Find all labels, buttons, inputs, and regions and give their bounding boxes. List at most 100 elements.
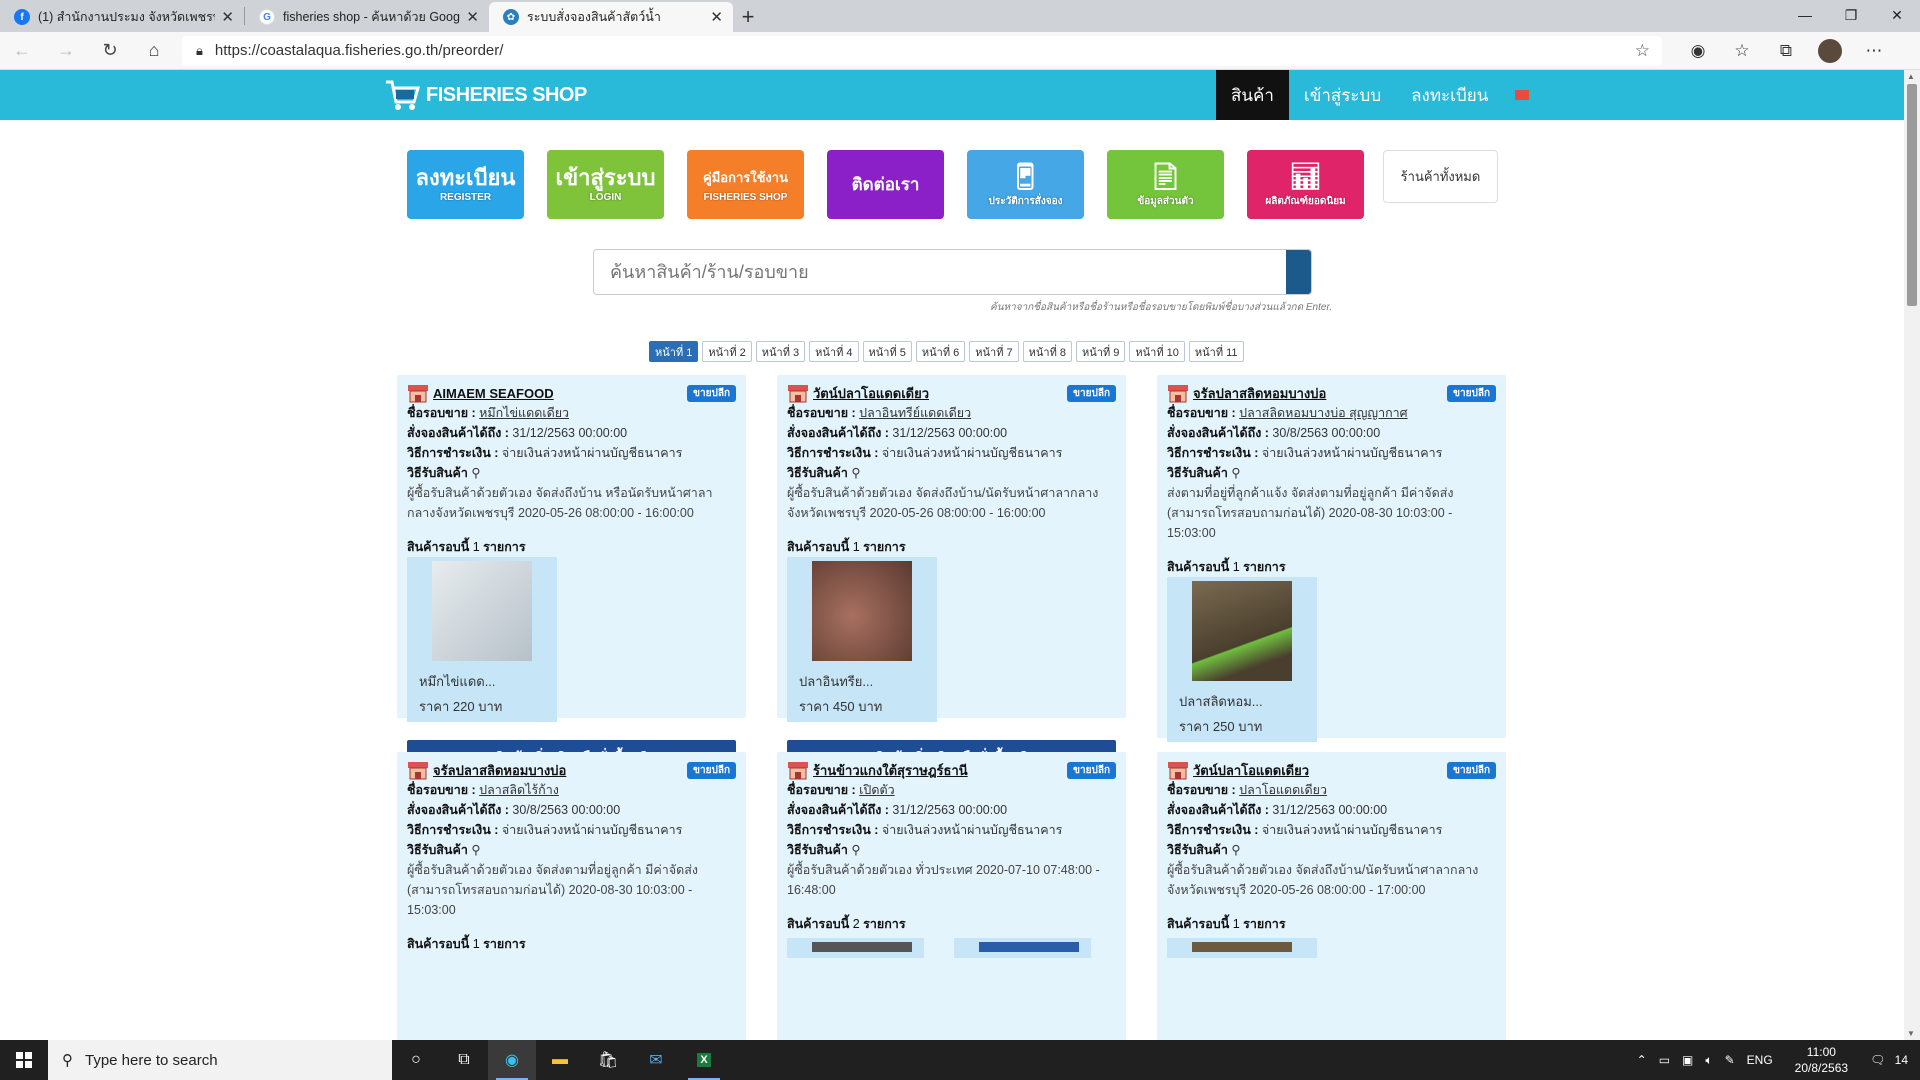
profile-avatar[interactable] — [1808, 38, 1852, 63]
taskbar-search-placeholder: Type here to search — [85, 1051, 218, 1069]
favorites-icon[interactable]: ☆ — [1720, 39, 1764, 63]
cortana-icon[interactable]: ○ — [392, 1040, 440, 1080]
page-button[interactable]: หน้าที่ 1 — [649, 341, 699, 362]
tile-contact[interactable]: ติดต่อเรา — [827, 150, 944, 219]
browser-tab[interactable]: f (1) สำนักงานประมง จังหวัดเพชรบุรี | Fa… — [0, 2, 244, 32]
product-price: ราคา 450 บาท — [799, 699, 883, 714]
round-link[interactable]: ปลาสลิดหอมบางบ่อ สุญญากาศ — [1239, 406, 1407, 420]
browser-tab[interactable]: G fisheries shop - ค้นหาด้วย Google ✕ — [245, 2, 489, 32]
close-tab-icon[interactable]: ✕ — [221, 8, 234, 26]
minimize-icon[interactable]: — — [1782, 0, 1828, 30]
menu-register[interactable]: ลงทะเบียน — [1396, 70, 1503, 120]
product-tile[interactable]: หมึกไข่แดด... ราคา 220 บาท — [407, 557, 557, 722]
forward-icon[interactable]: → — [44, 32, 88, 70]
close-tab-icon[interactable]: ✕ — [710, 8, 723, 26]
round-link[interactable]: ปลาสลิดไร้ก้าง — [479, 783, 559, 797]
product-image — [1192, 581, 1292, 681]
round-link[interactable]: ปลาอินทรีย์แดดเดียว — [859, 406, 971, 420]
close-tab-icon[interactable]: ✕ — [466, 8, 479, 26]
label-round: ชื่อรอบขาย : — [1167, 783, 1240, 797]
scroll-down-icon[interactable]: ▼ — [1907, 1029, 1915, 1038]
tray-chevron-icon[interactable]: ⌃ — [1631, 1053, 1653, 1067]
scrollbar-thumb[interactable] — [1907, 84, 1917, 306]
back-icon[interactable]: ← — [0, 32, 44, 70]
product-tile[interactable] — [787, 938, 924, 958]
page-button[interactable]: หน้าที่ 8 — [1022, 341, 1072, 362]
clock[interactable]: 11:00 20/8/2563 — [1779, 1044, 1864, 1076]
favorite-star-icon[interactable]: ☆ — [1635, 41, 1650, 61]
refresh-icon[interactable]: ↻ — [88, 32, 132, 70]
tile-login[interactable]: เข้าสู่ระบบ LOGIN — [547, 150, 664, 219]
page-button[interactable]: หน้าที่ 5 — [862, 341, 912, 362]
menu-login[interactable]: เข้าสู่ระบบ — [1289, 70, 1396, 120]
file-explorer-icon[interactable]: ▬ — [536, 1040, 584, 1080]
product-tile[interactable]: ปลาอินทรีย... ราคา 450 บาท — [787, 557, 937, 722]
product-tile[interactable] — [1167, 938, 1317, 958]
battery-icon[interactable]: ▭ — [1653, 1053, 1676, 1067]
product-tile[interactable]: ปลาสลิดหอม... ราคา 250 บาท — [1167, 577, 1317, 742]
page-button[interactable]: หน้าที่ 6 — [915, 341, 966, 362]
taskbar-search[interactable]: ⚲ Type here to search — [48, 1040, 392, 1080]
store-icon[interactable]: 🛍︎ — [584, 1040, 632, 1080]
tile-popular[interactable]: 📊︎ ผลิตภัณฑ์ยอดนิยม — [1247, 150, 1364, 219]
task-view-icon[interactable]: ⧉ — [440, 1040, 488, 1080]
start-button[interactable] — [0, 1040, 48, 1080]
page-button[interactable]: หน้าที่ 4 — [809, 341, 859, 362]
product-image — [432, 561, 532, 661]
label-items: สินค้ารอบนี้ — [407, 540, 470, 554]
menu-products[interactable]: สินค้า — [1216, 70, 1289, 120]
page-scrollbar[interactable]: ▲ ▼ — [1904, 70, 1920, 1040]
search-button[interactable] — [1286, 250, 1311, 294]
round-link[interactable]: หมึกไข่แดดเดียว — [479, 406, 569, 420]
tile-profile[interactable]: 📄︎ ข้อมูลส่วนตัว — [1107, 150, 1224, 219]
search-input[interactable] — [594, 250, 1286, 294]
page-button[interactable]: หน้าที่ 9 — [1076, 341, 1126, 362]
excel-icon[interactable]: X — [680, 1040, 728, 1080]
label-round: ชื่อรอบขาย : — [787, 406, 860, 420]
tile-order-history[interactable]: 📱︎ ประวัติการสั่งจอง — [967, 150, 1084, 219]
round-link[interactable]: เปิดตัว — [859, 783, 894, 797]
home-icon[interactable]: ⌂ — [132, 32, 176, 70]
all-shops-button[interactable]: ร้านค้าทั้งหมด — [1383, 150, 1498, 203]
scroll-up-icon[interactable]: ▲ — [1907, 72, 1915, 81]
pen-icon[interactable]: ✎ — [1719, 1053, 1741, 1067]
notification-icon[interactable]: 🗨︎ 14 — [1864, 1053, 1920, 1067]
round-link[interactable]: ปลาโอแดดเดียว — [1239, 783, 1327, 797]
product-tile[interactable] — [954, 938, 1091, 958]
new-tab-button[interactable]: + — [733, 2, 763, 32]
collections-icon[interactable]: ⧉ — [1764, 39, 1808, 63]
shop-name[interactable]: ร้านข้าวแกงใต้สุราษฎร์ธานี — [813, 760, 968, 781]
tile-register[interactable]: ลงทะเบียน REGISTER — [407, 150, 524, 219]
edge-browser-icon[interactable]: ◉ — [488, 1040, 536, 1080]
shop-name[interactable]: วัตน์ปลาโอแดดเดียว — [813, 383, 929, 404]
profile-document-icon: 📄︎ — [1148, 160, 1182, 191]
language-indicator[interactable]: ENG — [1741, 1053, 1779, 1067]
page-button[interactable]: หน้าที่ 10 — [1129, 341, 1185, 362]
close-window-icon[interactable]: ✕ — [1874, 0, 1920, 30]
pickup-description: ผู้ซื้อรับสินค้าด้วยตัวเอง ทั่วประเทศ 20… — [787, 863, 1100, 897]
shop-name[interactable]: วัตน์ปลาโอแดดเดียว — [1193, 760, 1309, 781]
tile-manual[interactable]: คู่มือการใช้งาน FISHERIES SHOP — [687, 150, 804, 219]
shop-name[interactable]: จรัลปลาสลิดหอมบางบ่อ — [433, 760, 566, 781]
extension-icon[interactable]: ◉ — [1676, 39, 1720, 63]
flag-icon[interactable] — [1515, 90, 1530, 100]
site-brand[interactable]: FISHERIES SHOP — [384, 78, 587, 112]
volume-icon[interactable]: 🔈︎ — [1699, 1053, 1718, 1068]
more-menu-icon[interactable]: ⋯ — [1852, 39, 1896, 63]
retail-badge: ขายปลีก — [687, 761, 736, 779]
shop-name[interactable]: จรัลปลาสลิดหอมบางบ่อ — [1193, 383, 1326, 404]
page-button[interactable]: หน้าที่ 11 — [1188, 341, 1244, 362]
url-field[interactable]: 🔒︎ https://coastalaqua.fisheries.go.th/p… — [182, 35, 1662, 66]
page-button[interactable]: หน้าที่ 2 — [702, 341, 752, 362]
mail-icon[interactable]: ✉ — [632, 1040, 680, 1080]
clock-time: 11:00 — [1806, 1045, 1836, 1059]
window-controls: — ❐ ✕ — [1782, 0, 1920, 30]
search-box — [593, 249, 1312, 295]
browser-tab-active[interactable]: ✿ ระบบสั่งจองสินค้าสัตว์น้ำ ✕ — [489, 2, 733, 32]
page-button[interactable]: หน้าที่ 7 — [969, 341, 1019, 362]
page-button[interactable]: หน้าที่ 3 — [755, 341, 806, 362]
item-count: 1 — [1232, 560, 1240, 574]
shop-name[interactable]: AIMAEM SEAFOOD — [433, 386, 554, 401]
restore-icon[interactable]: ❐ — [1828, 0, 1874, 30]
network-icon[interactable]: ▣ — [1676, 1053, 1699, 1067]
